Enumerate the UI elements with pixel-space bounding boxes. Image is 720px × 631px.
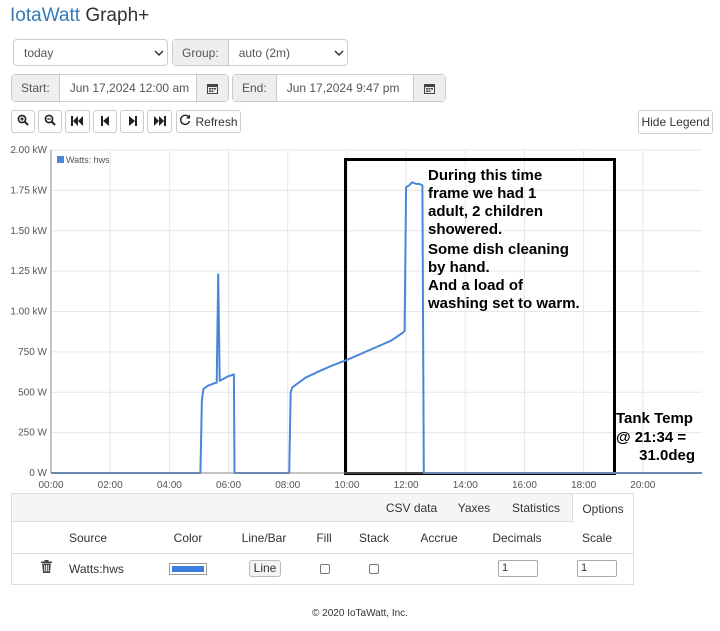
start-date-value: Jun 17,2024 12:00 am [69, 81, 190, 95]
color-picker[interactable] [169, 563, 207, 575]
col-header-line-bar: Line/Bar [241, 531, 287, 545]
page-title: IotaWatt Graph+ [10, 4, 149, 28]
zoom-out-icon [44, 114, 56, 129]
hide-legend-button[interactable]: Hide Legend [638, 110, 713, 134]
group-select-value: auto (2m) [238, 45, 291, 60]
step-backward-button[interactable] [93, 110, 117, 133]
annotation-line: Some dish cleaning [428, 241, 569, 258]
period-select[interactable]: today [13, 39, 168, 66]
col-header-source: Source [68, 531, 108, 545]
x-tick-label: 08:00 [275, 480, 300, 491]
y-tick-label: 1.75 kW [10, 185, 47, 196]
fast-backward-icon [71, 115, 84, 129]
tab-statistics[interactable]: Statistics [503, 494, 569, 522]
decimals-input[interactable]: 1 [498, 560, 538, 577]
start-date-field[interactable]: Start: Jun 17,2024 12:00 am [11, 74, 229, 102]
refresh-label: Refresh [195, 114, 238, 129]
chevron-down-icon [331, 46, 347, 60]
brand-name: IotaWatt [10, 5, 81, 26]
color-swatch [172, 566, 204, 572]
x-tick-label: 04:00 [157, 480, 182, 491]
refresh-button[interactable]: Refresh [176, 110, 241, 133]
annotation-line: showered. [428, 221, 502, 238]
annotation-line: washing set to warm. [427, 295, 580, 312]
source-name: Watts:hws [69, 562, 124, 576]
period-select-value: today [24, 45, 54, 60]
fast-backward-button[interactable] [65, 110, 90, 133]
y-tick-label: 2.00 kW [10, 145, 47, 156]
chevron-down-icon [151, 46, 167, 60]
tank-temp-line: @ 21:34 = [616, 429, 686, 446]
series-line [51, 181, 702, 474]
tank-temp-line: Tank Temp [616, 410, 693, 427]
tab-options[interactable]: Options [572, 494, 634, 523]
tab-yaxes[interactable]: Yaxes [450, 494, 498, 522]
delete-icon[interactable] [41, 560, 52, 576]
x-tick-label: 20:00 [630, 480, 655, 491]
footer-copyright: © 2020 IoTaWatt, Inc. [312, 608, 408, 619]
fill-checkbox[interactable] [320, 564, 330, 574]
zoom-in-button[interactable] [11, 110, 35, 133]
end-date-value: Jun 17,2024 9:47 pm [286, 81, 400, 95]
title-suffix: Graph+ [80, 5, 150, 26]
table-divider [12, 553, 633, 554]
step-forward-button[interactable] [120, 110, 144, 133]
hide-legend-label: Hide Legend [641, 115, 710, 129]
zoom-out-button[interactable] [38, 110, 62, 133]
y-tick-label: 250 W [18, 428, 47, 439]
tank-temp-line: 31.0deg [639, 447, 695, 464]
x-tick-label: 02:00 [98, 480, 123, 491]
x-tick-label: 18:00 [571, 480, 596, 491]
calendar-icon[interactable] [413, 75, 445, 101]
x-tick-label: 06:00 [216, 480, 241, 491]
power-chart[interactable]: During this time frame we had 1 adult, 2 c… [0, 143, 720, 495]
end-date-field[interactable]: End: Jun 17,2024 9:47 pm [232, 74, 446, 102]
y-tick-label: 750 W [18, 347, 47, 358]
chart-svg: During this timeframe we had 1adult, 2 c… [10, 145, 702, 491]
col-header-scale: Scale [581, 531, 613, 545]
line-bar-button[interactable]: Line [249, 560, 281, 577]
annotation-line: And a load of [428, 277, 524, 294]
fast-forward-button[interactable] [147, 110, 172, 133]
step-forward-icon [128, 115, 137, 129]
tab-csv-data[interactable]: CSV data [378, 494, 445, 522]
col-header-fill: Fill [316, 531, 332, 545]
step-backward-icon [100, 115, 110, 129]
col-header-color: Color [173, 531, 203, 545]
x-tick-label: 12:00 [394, 480, 419, 491]
group-label: Group: [173, 40, 229, 65]
col-header-accrue: Accrue [420, 531, 458, 545]
scale-input[interactable]: 1 [577, 560, 617, 577]
y-tick-label: 1.50 kW [10, 226, 47, 237]
fast-forward-icon [153, 115, 166, 129]
y-tick-label: 500 W [18, 387, 47, 398]
stack-checkbox[interactable] [369, 564, 379, 574]
x-tick-label: 00:00 [38, 480, 63, 491]
x-tick-label: 16:00 [512, 480, 537, 491]
annotation-line: frame we had 1 [428, 185, 536, 202]
group-select[interactable]: Group: auto (2m) [172, 39, 348, 66]
refresh-icon [179, 114, 191, 129]
legend-label: Watts: hws [66, 155, 110, 165]
calendar-icon[interactable] [196, 75, 228, 101]
annotation-line: by hand. [428, 259, 490, 276]
zoom-in-icon [17, 114, 29, 129]
start-label: Start: [12, 75, 60, 101]
col-header-stack: Stack [358, 531, 390, 545]
y-tick-label: 1.00 kW [10, 307, 47, 318]
legend-swatch [57, 156, 64, 163]
annotation-line: During this time [428, 167, 542, 184]
y-tick-label: 0 W [29, 468, 47, 479]
y-tick-label: 1.25 kW [10, 266, 47, 277]
annotation-line: adult, 2 children [428, 203, 543, 220]
tab-bar: CSV data Yaxes Statistics Options [12, 494, 634, 523]
x-tick-label: 14:00 [453, 480, 478, 491]
end-label: End: [233, 75, 277, 101]
col-header-decimals: Decimals [492, 531, 542, 545]
options-panel: CSV data Yaxes Statistics Options Source… [11, 493, 634, 585]
x-tick-label: 10:00 [334, 480, 359, 491]
